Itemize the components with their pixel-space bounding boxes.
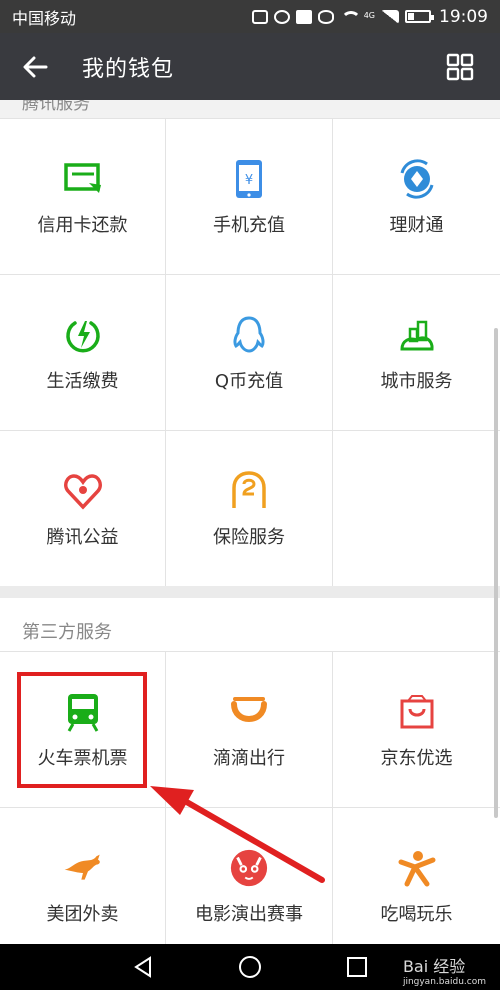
svg-text:¥: ¥ (245, 173, 253, 188)
hd-icon (295, 9, 312, 24)
service-label: 生活缴费 (46, 371, 119, 392)
empty-cell (333, 431, 500, 587)
charity-heart-icon (63, 471, 103, 511)
battery-icon (405, 10, 434, 23)
service-label: 信用卡还款 (37, 215, 128, 236)
carrier-name: 中国移动 (12, 8, 77, 28)
network-type: 4G (363, 10, 375, 20)
service-label: 京东优选 (380, 748, 453, 769)
wallet-content[interactable]: 腾讯服务 信用卡还款 ¥ 手机充值 理财通 生活缴费 Q币充值 城市服务 腾讯公… (0, 100, 500, 944)
mobile-topup-icon: ¥ (229, 159, 269, 199)
scrollbar[interactable] (494, 328, 498, 818)
service-wealth[interactable]: 理财通 (333, 119, 500, 275)
kangaroo-icon (63, 848, 103, 888)
insurance-icon (229, 471, 269, 511)
service-label: 手机充值 (213, 215, 285, 236)
status-bar: 中国移动 4G 19:09 (0, 0, 500, 33)
section-header-third-party: 第三方服务 (0, 598, 500, 652)
service-movie[interactable]: 电影演出赛事 (166, 808, 333, 944)
alarm-icon (273, 9, 290, 24)
service-city[interactable]: 城市服务 (333, 275, 500, 431)
section-title: 第三方服务 (22, 622, 112, 643)
service-utility-bill[interactable]: 生活缴费 (0, 275, 166, 431)
service-qcoin[interactable]: Q币充值 (166, 275, 333, 431)
status-icons: 4G (251, 9, 434, 24)
service-label: Q币充值 (214, 371, 284, 392)
nav-bar: 我的钱包 (0, 33, 500, 100)
service-insurance[interactable]: 保险服务 (166, 431, 333, 587)
more-grid-button[interactable] (430, 33, 490, 100)
back-button[interactable] (0, 33, 70, 100)
credit-card-icon (63, 159, 103, 199)
page-title: 我的钱包 (82, 56, 175, 82)
nav-back-icon[interactable] (131, 955, 155, 979)
person-icon (397, 848, 437, 888)
service-leisure[interactable]: 吃喝玩乐 (333, 808, 500, 944)
didi-icon (229, 692, 269, 732)
service-label: 理财通 (389, 215, 444, 236)
utility-bill-icon (63, 315, 103, 355)
city-service-icon (397, 315, 437, 355)
eye-comfort-icon (317, 9, 334, 24)
baidu-watermark: Bai 经验 jingyan.baidu.com (403, 953, 486, 987)
jd-bag-icon (397, 692, 437, 732)
service-jd[interactable]: 京东优选 (333, 652, 500, 808)
nav-home-icon[interactable] (238, 955, 262, 979)
service-label: 电影演出赛事 (195, 904, 303, 925)
section-title: 腾讯服务 (22, 100, 90, 114)
service-mobile-topup[interactable]: ¥ 手机充值 (166, 119, 333, 275)
vibrate-icon (251, 9, 268, 24)
signal-icon (381, 9, 399, 24)
service-didi[interactable]: 滴滴出行 (166, 652, 333, 808)
service-label: 滴滴出行 (213, 748, 285, 769)
service-label: 保险服务 (213, 527, 285, 548)
status-time: 19:09 (439, 6, 488, 27)
service-label: 腾讯公益 (46, 527, 119, 548)
service-credit-card[interactable]: 信用卡还款 (0, 119, 166, 275)
battery-level (408, 13, 414, 20)
service-label: 城市服务 (380, 371, 453, 392)
grid-icon (446, 53, 474, 80)
section-divider (0, 586, 500, 598)
back-arrow-icon (23, 56, 48, 77)
section-header-tencent: 腾讯服务 (0, 100, 500, 118)
watermark-brand: Bai 经验 (402, 957, 466, 976)
watermark-domain: jingyan.baidu.com (402, 977, 486, 987)
wealth-icon (397, 159, 437, 199)
cat-eye-icon (229, 848, 269, 888)
service-label: 吃喝玩乐 (380, 904, 453, 925)
wifi-icon (340, 10, 361, 24)
tencent-services-grid: 信用卡还款 ¥ 手机充值 理财通 生活缴费 Q币充值 城市服务 腾讯公益 保险服… (0, 118, 500, 587)
nav-recents-icon[interactable] (345, 955, 369, 979)
highlight-annotation (17, 672, 147, 788)
qq-penguin-icon (229, 315, 269, 355)
service-meituan[interactable]: 美团外卖 (0, 808, 166, 944)
service-charity[interactable]: 腾讯公益 (0, 431, 166, 587)
service-label: 美团外卖 (46, 904, 119, 925)
